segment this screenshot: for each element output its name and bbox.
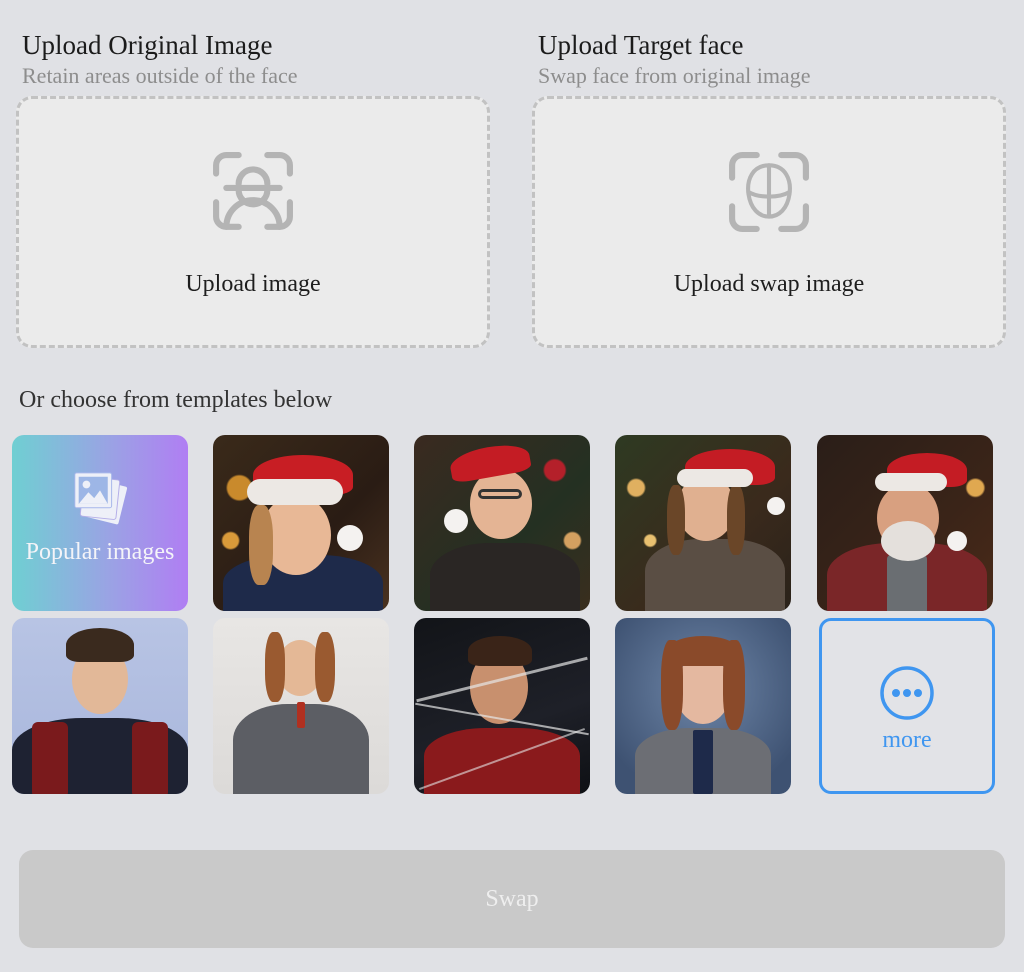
target-face-subtitle: Swap face from original image [538,63,811,88]
original-image-title: Upload Original Image [22,30,273,60]
popular-images-button[interactable]: Popular images [12,435,188,611]
upload-swap-image-label: Upload swap image [673,270,865,297]
face-scan-icon [213,151,293,230]
more-icon [880,665,934,720]
target-face-section: Upload Target face Swap face from origin… [532,28,1008,348]
template-image [12,618,188,794]
template-man-beard-santa-hat[interactable] [817,435,993,611]
template-image [213,435,389,611]
template-image [817,435,993,611]
template-image [414,618,590,794]
upload-image-label: Upload image [185,270,321,297]
upload-target-dropzone[interactable]: Upload swap image [532,96,1006,348]
template-image [615,618,791,794]
original-image-subtitle: Retain areas outside of the face [22,63,298,88]
template-boy-wizard[interactable] [12,618,188,794]
more-label: more [882,726,932,753]
target-face-title: Upload Target face [538,30,744,60]
template-girl-santa-hat[interactable] [213,435,389,611]
template-young-man-web[interactable] [414,618,590,794]
template-image [615,435,791,611]
upload-original-dropzone[interactable]: Upload image [16,96,490,348]
template-girl-school-sweater[interactable] [213,618,389,794]
template-young-woman-santa-hat[interactable] [615,435,791,611]
original-image-section: Upload Original Image Retain areas outsi… [16,28,492,348]
template-image [414,435,590,611]
popular-images-label: Popular images [25,538,175,565]
template-woman-glasses-santa-hat[interactable] [414,435,590,611]
templates-heading: Or choose from templates below [19,387,333,413]
template-girl-school-blazer[interactable] [615,618,791,794]
more-templates-button[interactable]: more [819,618,995,794]
swap-button[interactable]: Swap [19,850,1005,948]
template-image [213,618,389,794]
images-stack-icon [74,471,128,524]
face-id-icon [729,151,809,232]
